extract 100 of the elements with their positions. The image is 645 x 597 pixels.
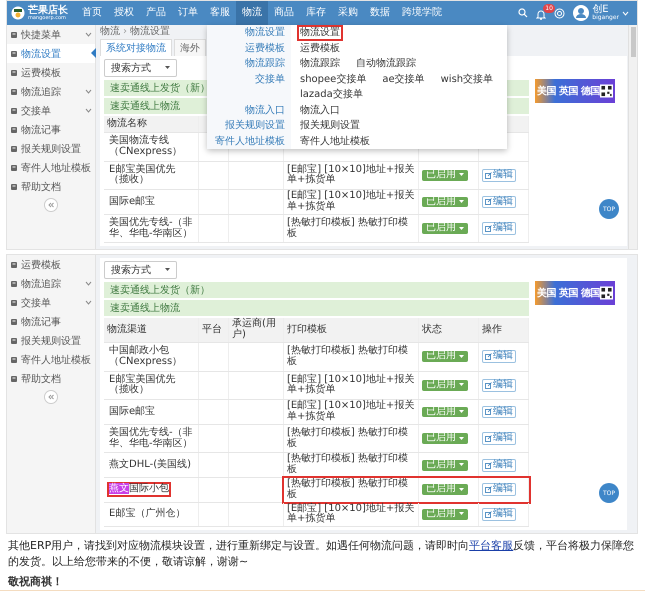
chevron-icon [85, 108, 92, 113]
caret-icon [459, 200, 464, 204]
sidebar-item[interactable]: 物流追踪 [7, 274, 95, 294]
edit-button[interactable]: 编辑 [482, 483, 516, 496]
sidebar-item[interactable]: 运费模板 [7, 63, 95, 82]
channel-name: 燕文DHL-(美国线) [108, 458, 192, 472]
search-select[interactable]: 搜索方式 [104, 261, 177, 280]
nav-item[interactable]: 订单 [172, 1, 204, 25]
nav-item[interactable]: 采购 [332, 1, 364, 25]
collapse-button[interactable] [44, 198, 58, 212]
nav-item[interactable]: 物流 [236, 1, 268, 25]
ad-banner[interactable]: 美国 英国 德国 [535, 79, 615, 103]
nav-item[interactable]: 授权 [108, 1, 140, 25]
sidebar-item[interactable]: 交接单 [7, 293, 95, 312]
nav-item[interactable]: 产品 [140, 1, 172, 25]
edit-button[interactable]: 编辑 [482, 406, 516, 418]
section-header[interactable]: 速卖通线上发货（新） [104, 282, 529, 298]
book-icon [10, 50, 18, 58]
sidebar-item[interactable]: 寄件人地址模板 [7, 158, 95, 177]
menu-group-label[interactable]: 运费模板 [207, 40, 291, 56]
edit-button[interactable]: 编辑 [482, 432, 516, 445]
search-select[interactable]: 搜索方式 [104, 59, 177, 77]
edit-button[interactable]: 编辑 [482, 350, 516, 364]
nav-item[interactable]: 库存 [300, 1, 332, 25]
edit-button[interactable]: 编辑 [482, 222, 516, 235]
print-template: [热敏打印模板] 热敏打印模板 [287, 218, 409, 240]
edit-button[interactable]: 编辑 [482, 196, 516, 208]
menu-group-label[interactable]: 物流入口 [207, 102, 291, 118]
caret-icon [459, 436, 464, 441]
book-icon [10, 144, 18, 152]
logo-icon[interactable] [11, 6, 25, 20]
edit-icon [485, 382, 492, 389]
sidebar-item[interactable]: 报关规则设置 [7, 139, 95, 158]
print-template: [E邮宝] [10×10]地址+报关单+拣货单 [287, 401, 415, 423]
menu-link[interactable]: 运费模板 [297, 40, 343, 56]
channel-name: 国际e邮宝 [108, 194, 156, 209]
nav-item[interactable]: 跨境学院 [396, 1, 448, 25]
customer-service-link[interactable]: 平台客服 [469, 539, 514, 552]
channel-name: E邮宝美国优先（揽收） [108, 372, 176, 398]
caret-icon [459, 488, 464, 492]
edit-button[interactable]: 编辑 [482, 378, 516, 392]
menu-link[interactable]: 寄件人地址模板 [297, 134, 373, 149]
chevron-icon [85, 281, 92, 286]
menu-group-label[interactable]: 物流设置 [207, 25, 291, 40]
menu-link[interactable]: shopee交接单 [297, 72, 370, 87]
menu-link[interactable]: ae交接单 [379, 72, 428, 87]
avatar-icon[interactable] [573, 5, 590, 21]
sidebar-item[interactable]: 交接单 [7, 101, 95, 120]
edit-icon [485, 462, 492, 469]
chevron-icon [85, 300, 92, 306]
sidebar-item[interactable]: 物流记事 [7, 312, 95, 332]
book-icon [10, 68, 18, 76]
edit-button[interactable]: 编辑 [482, 168, 516, 182]
sidebar-item[interactable]: 帮助文档 [7, 369, 95, 388]
nav-item[interactable]: 客服 [204, 1, 236, 25]
scrollbar[interactable] [628, 25, 637, 250]
menu-link[interactable]: 报关规则设置 [297, 118, 363, 134]
tab[interactable]: 海外 [174, 39, 206, 56]
edit-icon [485, 510, 492, 518]
menu-link[interactable]: 自动物流跟踪 [353, 56, 419, 72]
sidebar-item[interactable]: 运费模板 [7, 255, 95, 274]
book-icon [10, 356, 18, 364]
menu-group-label[interactable]: 寄件人地址模板 [207, 134, 291, 149]
menu-link[interactable]: lazada交接单 [297, 87, 366, 102]
channel-name: E邮宝美国优先（揽收） [108, 162, 176, 188]
edit-button[interactable]: 编辑 [482, 458, 516, 472]
sidebar-item[interactable]: 快捷菜单 [7, 25, 95, 44]
search-icon[interactable] [518, 8, 528, 18]
menu-group-label[interactable]: 报关规则设置 [207, 118, 291, 134]
section-header[interactable]: 速卖通线上物流 [104, 300, 529, 316]
menu-group-label[interactable]: 物流跟踪 [207, 56, 291, 72]
tab[interactable]: 系统对接物流 [100, 39, 172, 56]
nav-item[interactable]: 首页 [76, 1, 108, 25]
breadcrumb-link[interactable]: 物流 [100, 25, 120, 39]
edit-button[interactable]: 编辑 [482, 508, 516, 521]
double-chevron-icon [48, 202, 54, 208]
sidebar-item[interactable]: 帮助文档 [7, 177, 95, 196]
sidebar-item[interactable]: 物流设置 [7, 44, 95, 63]
collapse-button[interactable] [44, 390, 58, 404]
sidebar-item[interactable]: 寄件人地址模板 [7, 350, 95, 370]
banner-headline: 美国 英国 德国 [537, 84, 600, 98]
print-template: [热敏打印模板] 热敏打印模板 [287, 478, 409, 501]
settings-icon[interactable] [554, 8, 566, 18]
menu-link[interactable]: 物流设置 [297, 25, 343, 40]
nav-item[interactable]: 数据 [364, 1, 396, 25]
menu-link[interactable]: wish交接单 [438, 72, 496, 87]
column-header: 状态 [422, 324, 442, 336]
sidebar-item[interactable]: 物流记事 [7, 120, 95, 139]
nav-item[interactable]: 商品 [268, 1, 300, 25]
chevron-icon [85, 32, 92, 37]
breadcrumb-separator: › [123, 25, 127, 39]
sidebar-item[interactable]: 物流追踪 [7, 82, 95, 101]
menu-group-label[interactable]: 交接单 [207, 72, 291, 102]
menu-link[interactable]: 物流入口 [297, 102, 343, 118]
edit-icon [485, 172, 492, 179]
menu-link[interactable]: 物流跟踪 [297, 56, 343, 72]
sidebar-item[interactable]: 报关规则设置 [7, 331, 95, 350]
ad-banner[interactable]: 美国 英国 德国 [535, 281, 615, 306]
column-header: 物流渠道 [107, 324, 147, 336]
bell-icon[interactable] [536, 9, 546, 20]
